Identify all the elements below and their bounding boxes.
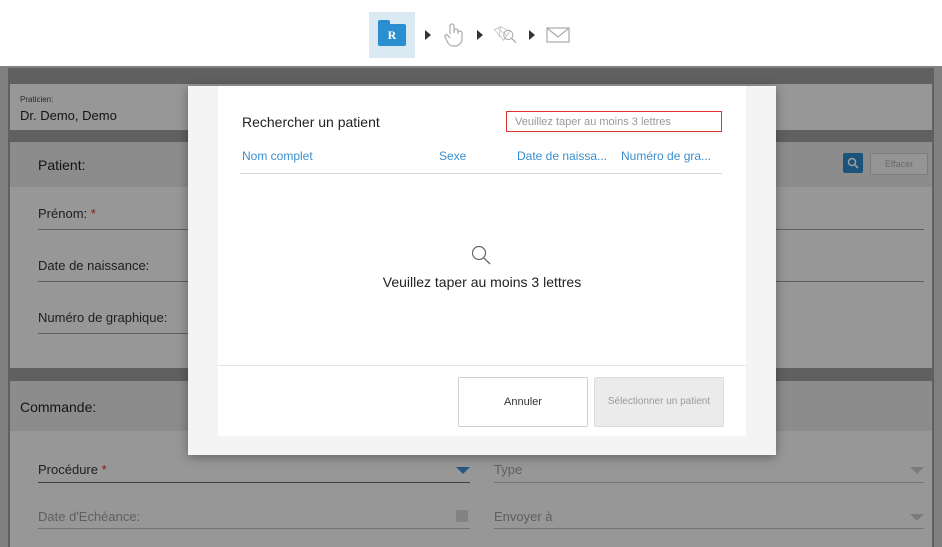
folder-r-letter: R xyxy=(387,28,397,42)
modal-title: Rechercher un patient xyxy=(242,114,380,130)
magnifier-model-icon-svg xyxy=(493,26,517,44)
modal-footer-divider xyxy=(218,365,746,366)
column-header-numero[interactable]: Numéro de gra... xyxy=(621,149,711,163)
step-arrow-icon xyxy=(529,30,535,40)
select-patient-button[interactable]: Sélectionner un patient xyxy=(594,377,724,427)
column-header-sexe[interactable]: Sexe xyxy=(439,149,466,163)
hand-scan-icon[interactable] xyxy=(441,22,467,48)
column-header-nom-complet[interactable]: Nom complet xyxy=(242,149,313,163)
workflow-bar: R xyxy=(0,0,942,67)
hand-scan-icon-svg xyxy=(444,23,463,47)
table-header-divider xyxy=(240,173,722,174)
step-rx-folder[interactable]: R xyxy=(369,12,415,58)
patient-search-input[interactable] xyxy=(506,111,722,132)
step-arrow-icon xyxy=(477,30,483,40)
step-arrow-icon xyxy=(425,30,431,40)
column-header-date-naissance[interactable]: Date de naissa... xyxy=(517,149,607,163)
cancel-button[interactable]: Annuler xyxy=(458,377,588,427)
workflow-steps: R xyxy=(369,12,571,58)
magnifier-model-icon[interactable] xyxy=(493,22,519,48)
folder-r-icon: R xyxy=(378,20,406,46)
envelope-icon[interactable] xyxy=(545,22,571,48)
envelope-icon-svg xyxy=(546,27,570,43)
search-icon xyxy=(471,245,491,265)
empty-state-message: Veuillez taper au moins 3 lettres xyxy=(382,274,582,290)
